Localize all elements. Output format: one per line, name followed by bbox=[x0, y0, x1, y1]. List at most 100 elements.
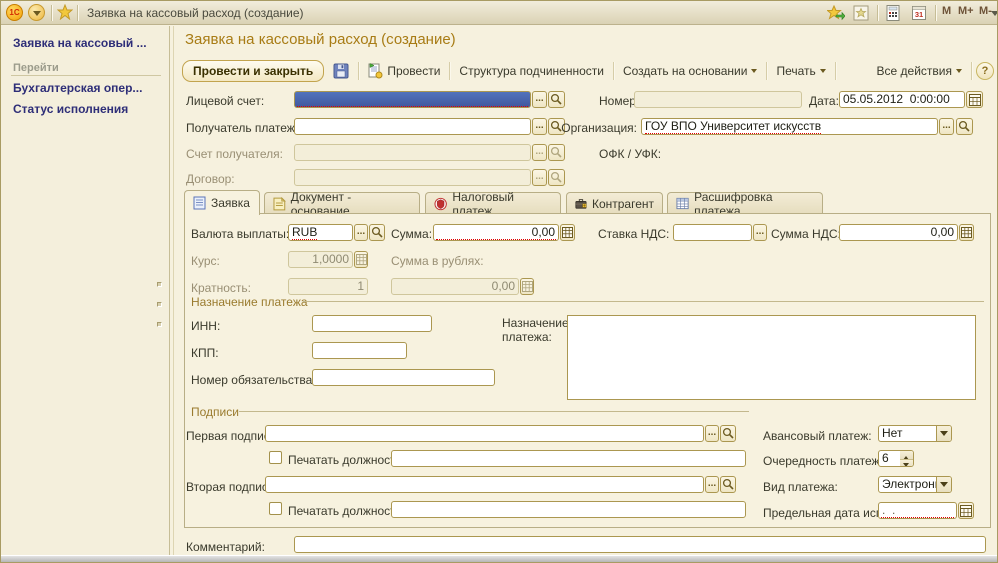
date-calendar-button[interactable] bbox=[966, 91, 983, 108]
organization-field[interactable]: ГОУ ВПО Университет искусств bbox=[641, 118, 938, 135]
personal-account-lookup-button[interactable] bbox=[548, 91, 565, 108]
vat-rate-select-button[interactable]: ... bbox=[753, 224, 767, 241]
tab-request[interactable]: Заявка bbox=[184, 190, 260, 215]
obligation-number-field[interactable] bbox=[312, 369, 495, 386]
contract-select-button[interactable]: ... bbox=[532, 169, 547, 186]
organization-select-button[interactable]: ... bbox=[939, 118, 954, 135]
page-title: Заявка на кассовый расход (создание) bbox=[185, 31, 456, 48]
number-field[interactable] bbox=[634, 91, 802, 108]
comment-field[interactable] bbox=[294, 536, 986, 553]
print-position-checkbox-1[interactable] bbox=[269, 451, 282, 464]
chevron-down-icon bbox=[751, 69, 757, 76]
help-button[interactable]: ? bbox=[976, 62, 994, 80]
request-tab-icon bbox=[193, 196, 206, 210]
second-signature-select-button[interactable]: ... bbox=[705, 476, 719, 493]
currency-select-button[interactable]: ... bbox=[354, 224, 368, 241]
currency-lookup-button[interactable] bbox=[369, 224, 385, 241]
open-favorites-icon[interactable] bbox=[853, 5, 869, 21]
post-button-label: Провести bbox=[387, 64, 440, 78]
amount-calculator-button[interactable] bbox=[560, 224, 575, 241]
deadline-calendar-button[interactable] bbox=[958, 502, 974, 519]
splitter-handle[interactable] bbox=[157, 322, 162, 327]
splitter-handle[interactable] bbox=[157, 302, 162, 307]
inn-field[interactable] bbox=[312, 315, 432, 332]
print-position-label-2: Печатать должность: bbox=[288, 504, 405, 518]
tab-counterparty[interactable]: Контрагент bbox=[566, 192, 663, 214]
contract-field[interactable] bbox=[294, 169, 531, 186]
first-signature-field[interactable] bbox=[265, 425, 704, 442]
deadline-field[interactable]: . . bbox=[878, 502, 957, 519]
subordination-structure-button[interactable]: Структура подчиненности bbox=[454, 61, 609, 81]
magnifier-icon bbox=[550, 171, 563, 184]
currency-value: RUB bbox=[292, 225, 317, 240]
floppy-icon bbox=[333, 63, 349, 79]
calendar-icon[interactable]: 31 bbox=[911, 5, 927, 21]
sidebar: Заявка на кассовый ... Перейти Бухгалтер… bbox=[1, 26, 170, 555]
advance-payment-combo[interactable]: Нет bbox=[878, 425, 952, 442]
combo-arrow-icon[interactable] bbox=[936, 426, 951, 441]
exchange-rate-calculator-button[interactable] bbox=[354, 251, 368, 268]
divider bbox=[971, 62, 972, 80]
second-signature-field[interactable] bbox=[265, 476, 704, 493]
second-signature-lookup-button[interactable] bbox=[720, 476, 736, 493]
memory-button[interactable]: M bbox=[942, 5, 951, 17]
combo-arrow-icon[interactable] bbox=[936, 477, 951, 492]
add-to-favorites-icon[interactable] bbox=[827, 5, 843, 21]
date-field[interactable]: 05.05.2012 0:00:00 bbox=[839, 91, 965, 108]
payment-kind-combo[interactable]: Электронно bbox=[878, 476, 952, 493]
first-signature-lookup-button[interactable] bbox=[720, 425, 736, 442]
payee-select-button[interactable]: ... bbox=[532, 118, 547, 135]
contract-lookup-button[interactable] bbox=[548, 169, 565, 186]
calculator-icon[interactable] bbox=[885, 5, 901, 21]
purpose-group-title: Назначение платежа bbox=[191, 295, 308, 309]
spin-down-icon[interactable] bbox=[900, 459, 913, 467]
magnifier-icon bbox=[958, 120, 971, 133]
advance-payment-value: Нет bbox=[882, 426, 902, 440]
memory-plus-button[interactable]: M+ bbox=[958, 5, 974, 17]
payee-field[interactable] bbox=[294, 118, 531, 135]
main-menu-button[interactable] bbox=[28, 4, 45, 21]
tab-payment-details[interactable]: Расшифровка платежа bbox=[667, 192, 823, 214]
personal-account-field[interactable] bbox=[294, 91, 531, 108]
second-signature-label: Вторая подпись: bbox=[186, 480, 278, 494]
post-button[interactable]: Провести bbox=[363, 61, 445, 81]
payee-account-select-button[interactable]: ... bbox=[532, 144, 547, 161]
payment-priority-stepper[interactable]: 6 bbox=[878, 450, 914, 467]
spin-up-icon[interactable] bbox=[900, 451, 913, 459]
print-position-field-2[interactable] bbox=[391, 501, 746, 518]
amount-rub-label: Сумма в рублях: bbox=[391, 254, 484, 268]
create-based-on-button[interactable]: Создать на основании bbox=[618, 61, 763, 81]
tab-tax-payment[interactable]: Налоговый платеж bbox=[425, 192, 561, 214]
vat-amount-calculator-button[interactable] bbox=[959, 224, 974, 241]
sidebar-item-execution-status[interactable]: Статус исполнения bbox=[13, 102, 128, 116]
divider bbox=[877, 5, 878, 21]
kpp-field[interactable] bbox=[312, 342, 407, 359]
post-and-close-button[interactable]: Провести и закрыть bbox=[182, 60, 324, 82]
vat-rate-field[interactable] bbox=[673, 224, 752, 241]
amount-rub-field[interactable]: 0,00 bbox=[391, 278, 519, 295]
tab-base-document[interactable]: Документ - основание bbox=[264, 192, 420, 214]
all-actions-button[interactable]: Все действия bbox=[872, 61, 967, 81]
organization-lookup-button[interactable] bbox=[956, 118, 973, 135]
save-button[interactable] bbox=[328, 61, 354, 81]
sidebar-item-accounting-operation[interactable]: Бухгалтерская опер... bbox=[13, 81, 142, 95]
print-position-checkbox-2[interactable] bbox=[269, 502, 282, 515]
currency-field[interactable]: RUB bbox=[288, 224, 353, 241]
first-signature-select-button[interactable]: ... bbox=[705, 425, 719, 442]
print-button[interactable]: Печать bbox=[771, 61, 830, 81]
exchange-rate-field[interactable]: 1,0000 bbox=[288, 251, 353, 268]
vat-amount-field[interactable]: 0,00 bbox=[839, 224, 958, 241]
multiplicity-field[interactable]: 1 bbox=[288, 278, 368, 295]
splitter-handle[interactable] bbox=[157, 282, 162, 287]
personal-account-select-button[interactable]: ... bbox=[532, 91, 547, 108]
payee-account-lookup-button[interactable] bbox=[548, 144, 565, 161]
memory-minus-button[interactable]: M- bbox=[979, 5, 992, 17]
print-position-field-1[interactable] bbox=[391, 450, 746, 467]
payee-account-field[interactable] bbox=[294, 144, 531, 161]
amount-field[interactable]: 0,00 bbox=[433, 224, 559, 241]
chevron-down-icon[interactable] bbox=[991, 11, 998, 20]
sidebar-item-document[interactable]: Заявка на кассовый ... bbox=[13, 36, 147, 50]
favorites-star-icon[interactable] bbox=[57, 4, 73, 20]
amount-rub-calculator-button[interactable] bbox=[520, 278, 534, 295]
purpose-textarea[interactable] bbox=[567, 315, 976, 400]
